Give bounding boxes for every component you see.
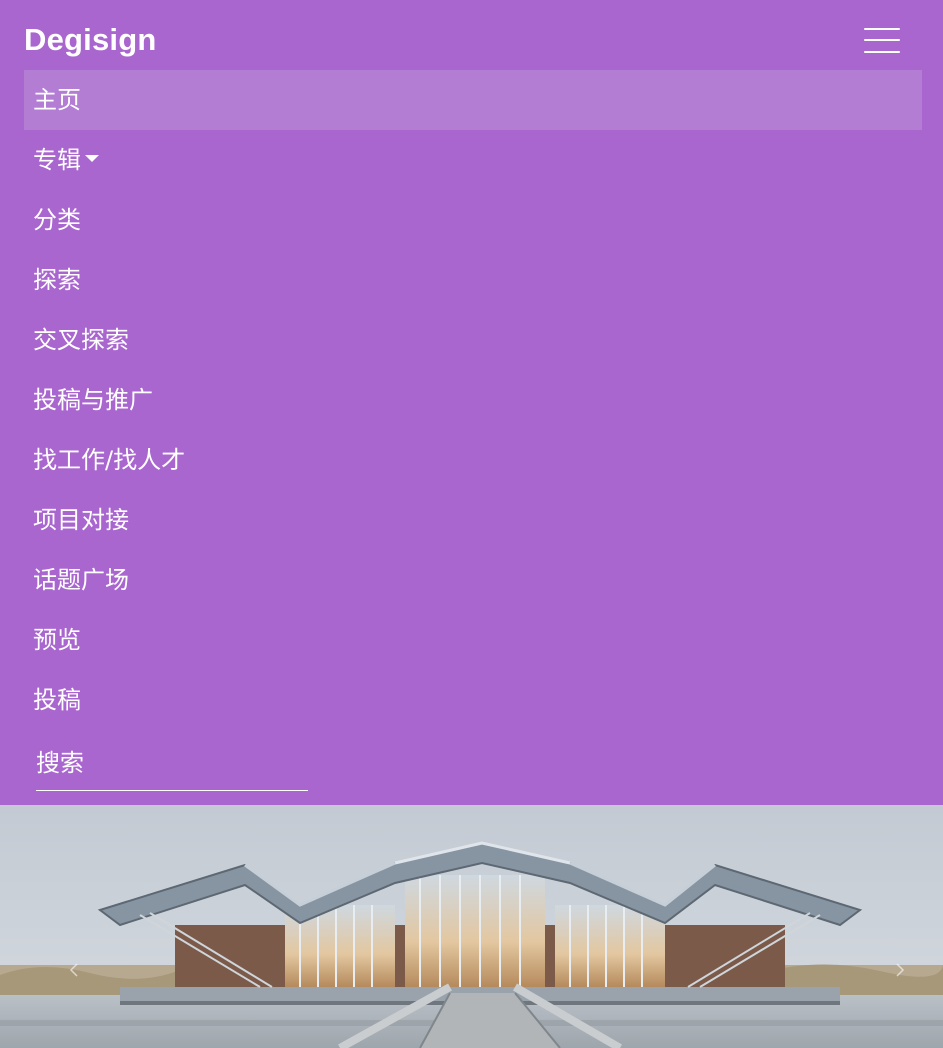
nav-item-topics[interactable]: 话题广场 bbox=[24, 550, 922, 610]
nav-item-label: 投稿与推广 bbox=[33, 386, 153, 414]
hamburger-line bbox=[864, 51, 900, 53]
nav-item-label: 分类 bbox=[33, 206, 81, 234]
page: Degisign 主页 专辑 分类 探索 交叉探索 投稿与推广 找工作/找人才 … bbox=[0, 0, 943, 1048]
nav-item-label: 预览 bbox=[33, 626, 81, 654]
nav-item-categories[interactable]: 分类 bbox=[24, 190, 922, 250]
hamburger-line bbox=[864, 39, 900, 41]
nav-item-label: 探索 bbox=[33, 266, 81, 294]
nav-item-jobs-talent[interactable]: 找工作/找人才 bbox=[24, 430, 922, 490]
search-field-wrapper bbox=[36, 738, 308, 791]
brand-logo[interactable]: Degisign bbox=[24, 22, 157, 58]
search-input[interactable] bbox=[36, 738, 308, 788]
carousel-prev-control[interactable] bbox=[62, 955, 86, 985]
nav-menu: 主页 专辑 分类 探索 交叉探索 投稿与推广 找工作/找人才 项目对接 话题广场… bbox=[24, 70, 922, 730]
nav-item-projects[interactable]: 项目对接 bbox=[24, 490, 922, 550]
nav-item-label: 交叉探索 bbox=[33, 326, 129, 354]
nav-item-submit-promote[interactable]: 投稿与推广 bbox=[24, 370, 922, 430]
hero-image bbox=[0, 805, 943, 1048]
hero-carousel[interactable] bbox=[0, 805, 943, 1048]
top-navbar: Degisign 主页 专辑 分类 探索 交叉探索 投稿与推广 找工作/找人才 … bbox=[0, 0, 943, 805]
nav-item-albums[interactable]: 专辑 bbox=[24, 130, 922, 190]
nav-item-label: 主页 bbox=[33, 86, 81, 114]
nav-item-preview[interactable]: 预览 bbox=[24, 610, 922, 670]
nav-item-home[interactable]: 主页 bbox=[24, 70, 922, 130]
chevron-right-icon bbox=[896, 963, 905, 977]
caret-down-icon bbox=[85, 154, 99, 162]
nav-item-cross-explore[interactable]: 交叉探索 bbox=[24, 310, 922, 370]
nav-item-label: 项目对接 bbox=[33, 506, 129, 534]
nav-item-label: 话题广场 bbox=[33, 566, 129, 594]
hamburger-line bbox=[864, 28, 900, 30]
nav-item-explore[interactable]: 探索 bbox=[24, 250, 922, 310]
nav-item-label: 投稿 bbox=[33, 686, 81, 714]
nav-item-label: 找工作/找人才 bbox=[33, 446, 186, 474]
hamburger-menu-icon[interactable] bbox=[862, 26, 902, 56]
nav-item-label: 专辑 bbox=[33, 146, 81, 174]
nav-item-submit[interactable]: 投稿 bbox=[24, 670, 922, 730]
chevron-left-icon bbox=[69, 963, 78, 977]
carousel-next-control[interactable] bbox=[888, 955, 912, 985]
